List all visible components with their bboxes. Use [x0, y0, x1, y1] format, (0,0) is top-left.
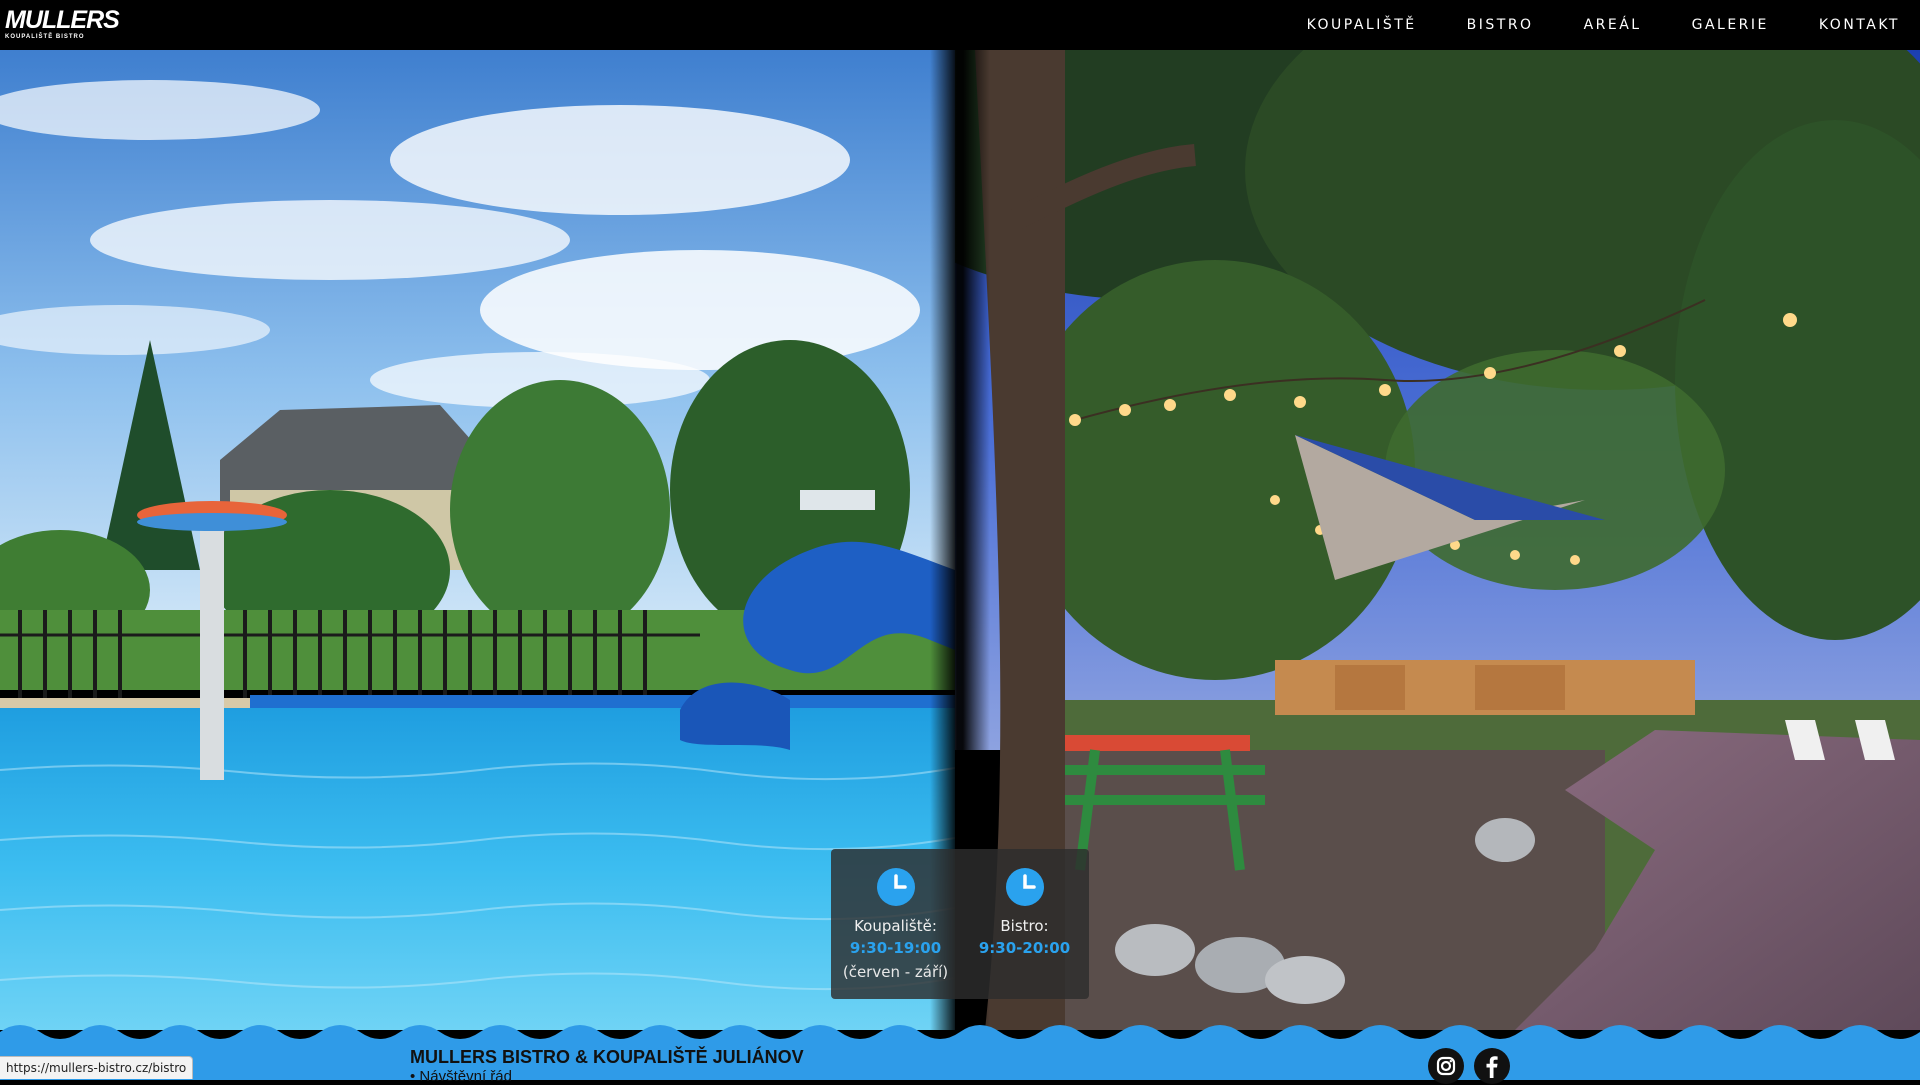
site-logo[interactable]: MULLERS KOUPALIŠTĚ BISTRO	[5, 6, 120, 42]
top-navigation: MULLERS KOUPALIŠTĚ BISTRO KOUPALIŠTĚ BIS…	[0, 0, 1920, 50]
bistro-hours-label: Bistro:	[1000, 917, 1049, 935]
facebook-button[interactable]	[1474, 1048, 1510, 1084]
pool-photo	[0, 50, 955, 1030]
visitor-rules-link[interactable]: Návštěvní řád	[410, 1068, 512, 1085]
nav-item-bistro[interactable]: BISTRO	[1467, 17, 1534, 33]
pool-photo-panel[interactable]	[0, 50, 955, 1030]
clock-icon	[1005, 868, 1044, 906]
logo-subtext: KOUPALIŠTĚ BISTRO	[5, 34, 85, 40]
status-bar-url: https://mullers-bistro.cz/bistro	[0, 1056, 194, 1079]
pool-hours: Koupaliště: 9:30-19:00 (červen - září)	[836, 867, 956, 999]
bistro-hours: Bistro: 9:30-20:00	[965, 867, 1085, 999]
footer-title: MULLERS BISTRO & KOUPALIŠTĚ JULIÁNOV	[410, 1047, 804, 1067]
opening-hours-card: Koupaliště: 9:30-19:00 (červen - září) B…	[831, 849, 1089, 999]
nav-item-galerie[interactable]: GALERIE	[1692, 17, 1769, 33]
pool-season-note: (červen - září)	[842, 963, 949, 981]
nav-item-koupaliste[interactable]: KOUPALIŠTĚ	[1307, 17, 1417, 33]
nav-item-areal[interactable]: AREÁL	[1584, 17, 1642, 33]
clock-icon	[876, 868, 915, 906]
instagram-icon	[1436, 1056, 1456, 1076]
footer-wave	[0, 1025, 1920, 1080]
logo-text: MULLERS	[5, 6, 120, 34]
bistro-photo	[955, 50, 1920, 1030]
bistro-hours-time: 9:30-20:00	[978, 939, 1071, 957]
instagram-button[interactable]	[1428, 1048, 1464, 1084]
facebook-icon	[1486, 1056, 1498, 1078]
pool-hours-label: Koupaliště:	[854, 917, 937, 935]
nav-item-kontakt[interactable]: KONTAKT	[1819, 17, 1900, 33]
main-menu: KOUPALIŠTĚ BISTRO AREÁL GALERIE KONTAKT	[1257, 0, 1900, 50]
bistro-photo-panel[interactable]	[955, 50, 1920, 1030]
pool-hours-time: 9:30-19:00	[849, 939, 942, 957]
